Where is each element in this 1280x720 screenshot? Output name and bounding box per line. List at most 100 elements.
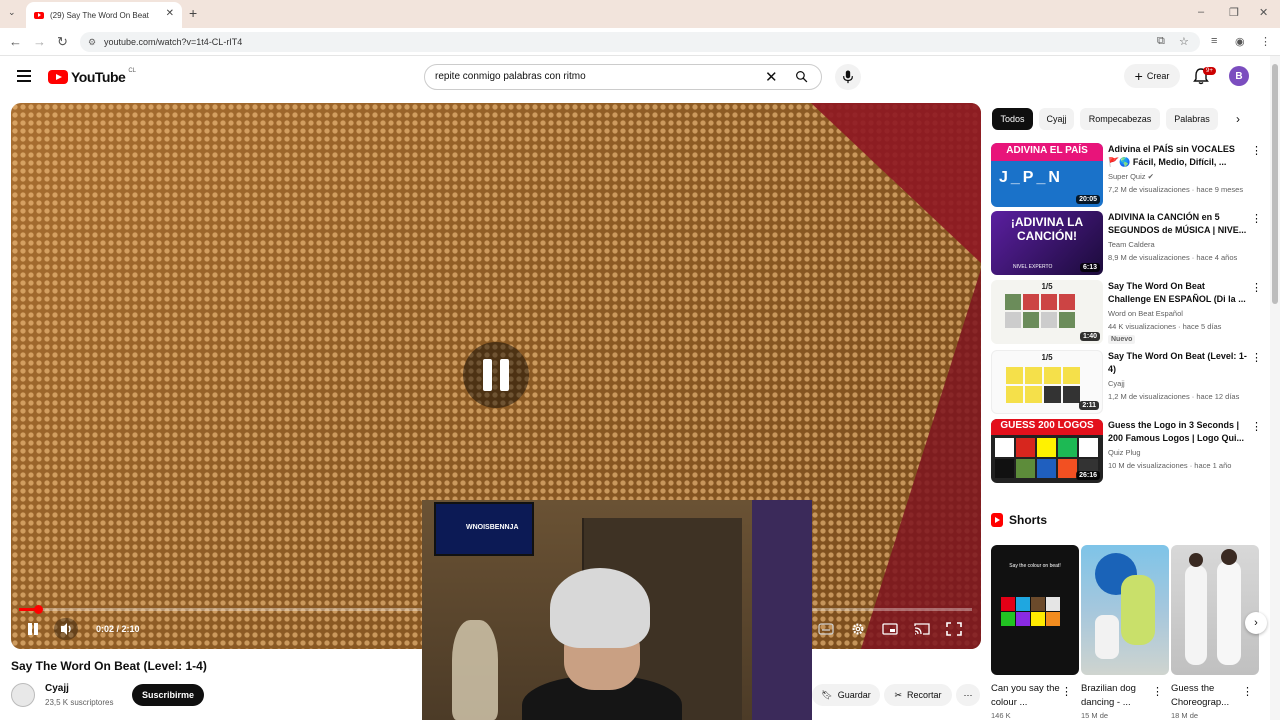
chip-cyajj[interactable]: Cyajj: [1039, 108, 1074, 130]
recommendation-channel[interactable]: Super Quiz ✔: [1108, 172, 1154, 181]
recommendation-title[interactable]: Guess the Logo in 3 Seconds | 200 Famous…: [1108, 419, 1248, 445]
maximize-icon[interactable]: ❐: [1229, 6, 1239, 19]
fullscreen-icon[interactable]: [946, 622, 962, 636]
bookmark-star-icon[interactable]: ☆: [1179, 35, 1189, 48]
account-avatar[interactable]: B: [1229, 66, 1249, 86]
recommendation-meta: 1,2 M de visualizaciones · hace 12 días: [1108, 392, 1240, 401]
back-icon[interactable]: ←: [9, 34, 22, 49]
browser-tab[interactable]: (29) Say The Word On Beat ✕: [26, 2, 182, 28]
search-box[interactable]: repite conmigo palabras con ritmo ✕: [424, 64, 822, 90]
profile-icon[interactable]: ◉: [1235, 35, 1245, 48]
recommendation-title[interactable]: Adivina el PAÍS sin VOCALES 🚩🌎 Fácil, Me…: [1108, 143, 1248, 169]
video-frame-red-corner: [811, 103, 981, 263]
new-badge: Nuevo: [1108, 335, 1136, 344]
pause-icon[interactable]: [27, 623, 39, 635]
scrubber-handle[interactable]: [34, 605, 43, 614]
install-app-icon[interactable]: ⧉: [1157, 35, 1165, 48]
voice-search-button[interactable]: [835, 64, 861, 90]
short-thumbnail[interactable]: [1171, 545, 1259, 675]
chip-palabras[interactable]: Palabras: [1166, 108, 1218, 130]
minimize-icon[interactable]: –: [1198, 6, 1204, 18]
verified-icon: ✔: [1147, 172, 1154, 181]
scrollbar-thumb[interactable]: [1272, 64, 1278, 304]
tab-search-icon[interactable]: ⌄: [8, 7, 16, 18]
chip-todos[interactable]: Todos: [992, 108, 1033, 130]
more-vertical-icon[interactable]: ⋮: [1061, 685, 1072, 698]
recommendation-item[interactable]: 1/5 1:40 Say The Word On Beat Challenge …: [991, 280, 1262, 344]
channel-name[interactable]: Cyajj: [45, 683, 69, 694]
recommendation-channel[interactable]: Quiz Plug: [1108, 448, 1141, 457]
short-thumbnail[interactable]: [1081, 545, 1169, 675]
chip-rompecabezas[interactable]: Rompecabezas: [1080, 108, 1160, 130]
more-vertical-icon[interactable]: ⋮: [1251, 420, 1262, 433]
more-vertical-icon[interactable]: ⋮: [1251, 144, 1262, 157]
tab-close-icon[interactable]: ✕: [166, 8, 174, 19]
recommendation-thumbnail[interactable]: ¡ADIVINA LA CANCIÓN! NIVEL EXPERTO 6:13: [991, 211, 1103, 275]
subtitles-icon[interactable]: [818, 622, 834, 636]
menu-icon[interactable]: [17, 70, 31, 82]
channel-avatar[interactable]: [11, 683, 35, 707]
subscribe-button[interactable]: Suscribirme: [132, 684, 204, 706]
reload-icon[interactable]: ↻: [57, 34, 68, 50]
youtube-logo[interactable]: YouTube CL: [48, 68, 136, 85]
short-thumbnail[interactable]: Say the colour on beat!: [991, 545, 1079, 675]
plus-icon: +: [1134, 68, 1143, 84]
clear-search-icon[interactable]: ✕: [765, 68, 778, 86]
window-close-icon[interactable]: ✕: [1259, 6, 1268, 19]
recommendation-channel[interactable]: Word on Beat Español: [1108, 309, 1183, 318]
recommendation-item[interactable]: GUESS 200 LOGOS 26:16 Guess the Logo in …: [991, 419, 1262, 483]
webcam-tv-text: WNOISBENNJA: [466, 524, 519, 531]
miniplayer-icon[interactable]: [882, 622, 898, 636]
volume-button[interactable]: [54, 618, 78, 640]
clip-button[interactable]: ✂ Recortar: [884, 684, 952, 706]
url-field[interactable]: ⚙ youtube.com/watch?v=1t4-CL-rIT4: [80, 32, 1200, 52]
more-vertical-icon[interactable]: ⋮: [1152, 685, 1163, 698]
recommendation-thumbnail[interactable]: 1/5 1:40: [991, 280, 1103, 344]
create-button[interactable]: + Crear: [1124, 64, 1180, 88]
site-info-icon[interactable]: ⚙: [88, 32, 96, 52]
search-input[interactable]: repite conmigo palabras con ritmo: [435, 71, 586, 82]
duration-badge: 20:05: [1076, 195, 1100, 204]
duration-badge: 1:40: [1079, 332, 1100, 341]
short-title[interactable]: Can you say the colour ...: [991, 682, 1061, 710]
more-vertical-icon[interactable]: ⋮: [1251, 281, 1262, 294]
thumbnail-text: ADIVINA EL PAÍS: [1006, 145, 1088, 156]
recommendation-thumbnail[interactable]: 1/5 2:11: [991, 350, 1103, 414]
recommendation-meta: 44 K visualizaciones · hace 5 días: [1108, 322, 1222, 331]
recommendation-thumbnail[interactable]: GUESS 200 LOGOS 26:16: [991, 419, 1103, 483]
save-label: Guardar: [837, 690, 871, 700]
short-title[interactable]: Guess the Choreograp...: [1171, 682, 1241, 710]
recommendation-item[interactable]: 1/5 2:11 Say The Word On Beat (Level: 1-…: [991, 350, 1262, 414]
reading-list-icon[interactable]: ≡: [1211, 35, 1217, 47]
logo-text: YouTube: [71, 69, 126, 85]
recommendation-item[interactable]: ADIVINA EL PAÍS J_P_N 20:05 Adivina el P…: [991, 143, 1262, 207]
short-color-grid: [1001, 597, 1060, 626]
more-vertical-icon[interactable]: ⋮: [1251, 212, 1262, 225]
more-vertical-icon[interactable]: ⋮: [1251, 351, 1262, 364]
save-button[interactable]: 🔖︎ Guardar: [812, 684, 880, 706]
cast-icon[interactable]: [914, 622, 930, 636]
recommendation-title[interactable]: ADIVINA la CANCIÓN en 5 SEGUNDOS de MÚSI…: [1108, 211, 1248, 237]
settings-gear-icon[interactable]: [850, 622, 866, 636]
browser-menu-icon[interactable]: ⋮: [1260, 35, 1271, 48]
search-icon[interactable]: [795, 70, 808, 83]
chevron-right-icon[interactable]: ›: [1236, 112, 1240, 126]
recommendation-thumbnail[interactable]: ADIVINA EL PAÍS J_P_N 20:05: [991, 143, 1103, 207]
country-code: CL: [128, 68, 136, 74]
new-tab-button[interactable]: +: [189, 5, 197, 21]
shorts-next-button[interactable]: ›: [1245, 612, 1267, 634]
webcam-overlay: WNOISBENNJA: [422, 500, 812, 720]
page-scrollbar[interactable]: [1270, 56, 1280, 720]
recommendation-channel[interactable]: Cyajj: [1108, 379, 1125, 388]
recommendation-title[interactable]: Say The Word On Beat (Level: 1-4): [1108, 350, 1248, 376]
more-actions-button[interactable]: ⋯: [956, 684, 980, 706]
more-vertical-icon[interactable]: ⋮: [1242, 685, 1253, 698]
forward-icon[interactable]: →: [33, 34, 46, 49]
recommendation-channel[interactable]: Team Caldera: [1108, 240, 1155, 249]
recommendation-item[interactable]: ¡ADIVINA LA CANCIÓN! NIVEL EXPERTO 6:13 …: [991, 211, 1262, 275]
short-title[interactable]: Brazilian dog dancing - ...: [1081, 682, 1151, 710]
center-pause-icon[interactable]: [463, 342, 529, 408]
shorts-heading: Shorts: [991, 513, 1047, 527]
browser-tabstrip: ⌄ (29) Say The Word On Beat ✕ + – ❐ ✕: [0, 0, 1280, 28]
recommendation-title[interactable]: Say The Word On Beat Challenge EN ESPAÑO…: [1108, 280, 1248, 306]
